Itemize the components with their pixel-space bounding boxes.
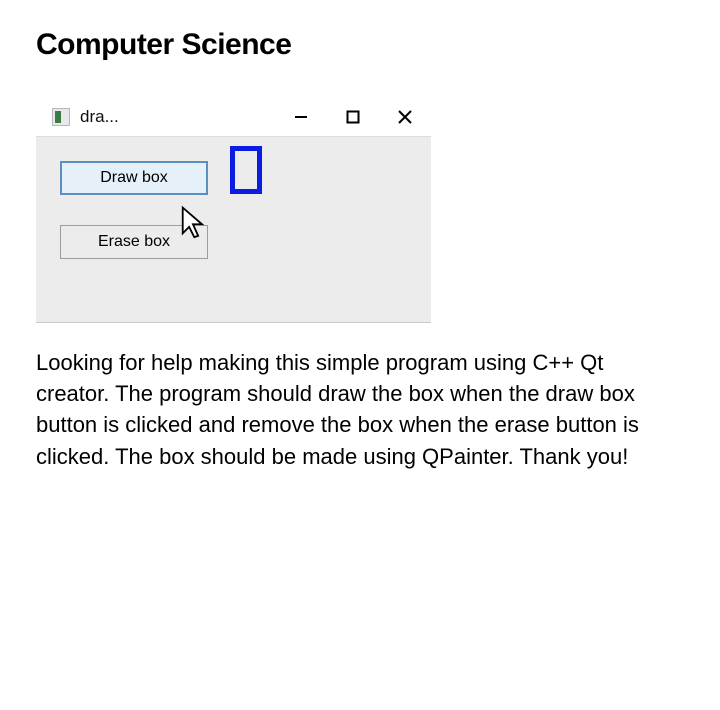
erase-box-button-label: Erase box xyxy=(98,233,170,251)
page-title: Computer Science xyxy=(36,28,684,62)
close-button[interactable] xyxy=(379,98,431,136)
draw-box-button-label: Draw box xyxy=(100,169,168,187)
window-titlebar: dra... xyxy=(36,98,431,136)
window-title: dra... xyxy=(80,107,119,127)
window-client-area: Draw box Erase box xyxy=(36,136,431,322)
draw-box-button[interactable]: Draw box xyxy=(60,161,208,195)
minimize-button[interactable] xyxy=(275,98,327,136)
painted-box xyxy=(230,146,262,194)
app-icon xyxy=(52,108,70,126)
app-window: dra... Draw box Erase box xyxy=(36,98,431,323)
question-body: Looking for help making this simple prog… xyxy=(36,347,656,472)
erase-box-button[interactable]: Erase box xyxy=(60,225,208,259)
maximize-button[interactable] xyxy=(327,98,379,136)
